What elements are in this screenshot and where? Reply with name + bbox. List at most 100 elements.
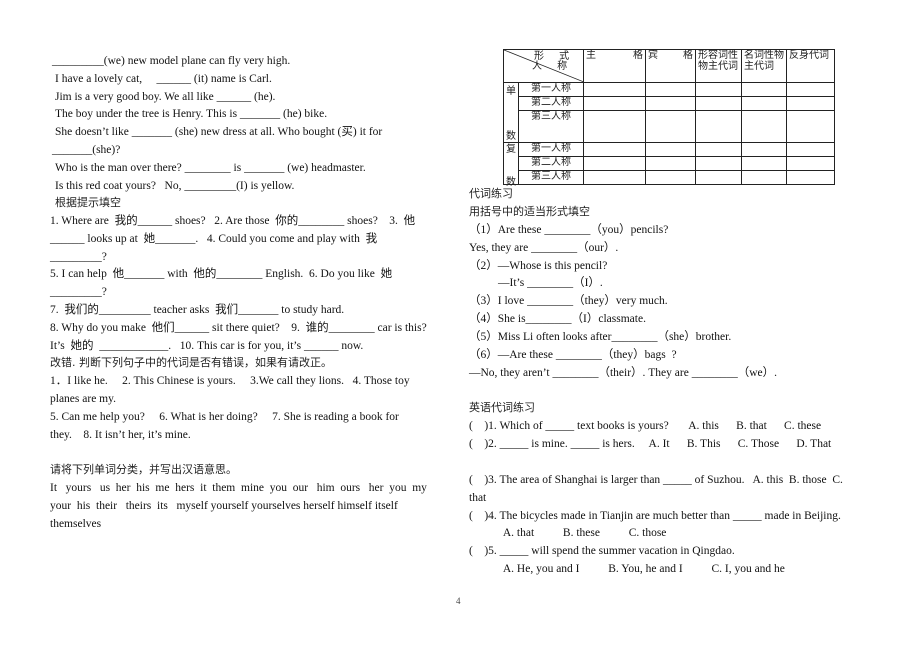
blank-cell[interactable] [583, 82, 646, 97]
person-label: 第一人称 [518, 82, 584, 97]
blank-cell[interactable] [786, 156, 835, 171]
diagonal-header-cell: 形 式 人 称 [503, 49, 584, 83]
blank-cell[interactable] [645, 96, 696, 111]
blank-cell[interactable] [741, 156, 787, 171]
quiz-options: A. He, you and I B. You, he and I C. I, … [469, 563, 785, 575]
exercise-line: Is this red coat yours? No, _________(I)… [55, 180, 295, 192]
quiz-line: ( )3. The area of Shanghai is larger tha… [469, 474, 843, 486]
exercise-line: （1）Are these ________（you）pencils? [469, 224, 669, 236]
header-text: 格 [683, 50, 693, 61]
blank-cell[interactable] [741, 142, 787, 157]
exercise-line: Jim is a very good boy. We all like ____… [55, 91, 276, 103]
quiz-line: ( )2. _____ is mine. _____ is hers. A. I… [469, 438, 832, 450]
hint-line: 8. Why do you make 他们______ sit there qu… [50, 322, 427, 334]
blank-cell[interactable] [695, 82, 742, 97]
person-label: 第三人称 [518, 110, 584, 143]
blank-cell[interactable] [786, 170, 835, 185]
quiz-line: ( )4. The bicycles made in Tianjin are m… [469, 510, 841, 522]
blank-cell[interactable] [645, 82, 696, 97]
blank-cell[interactable] [741, 170, 787, 185]
blank-cell[interactable] [695, 156, 742, 171]
hint-line: It’s 她的 ____________. 10. This car is fo… [50, 340, 364, 352]
table-header-row: 形 式 人 称 主格 宾格 形容词性物主代词 名词性物主代词 反身代词 [503, 49, 835, 83]
section-title-correction: 改错. 判断下列句子中的代词是否有错误，如果有请改正。 [50, 356, 332, 369]
exercise-line: （3）I love ________（they）very much. [469, 295, 668, 307]
quiz-line: that [469, 492, 487, 504]
table-row: 第三人称 [504, 170, 835, 185]
blank-cell[interactable] [695, 170, 742, 185]
section-title-classify: 请将下列单词分类，并写出汉语意思。 [50, 463, 237, 476]
blank-cell[interactable] [645, 142, 696, 157]
exercise-line: （4）She is________（I）classmate. [469, 313, 646, 325]
person-label: 第一人称 [518, 142, 584, 157]
blank-cell[interactable] [786, 96, 835, 111]
header-noun-possessive: 名词性物主代词 [741, 49, 787, 83]
exercise-line: （5）Miss Li often looks after________（she… [469, 331, 732, 343]
singular-label-cell: 单 数 [503, 82, 519, 143]
hint-line: _________? [50, 286, 107, 298]
blank-cell[interactable] [695, 110, 742, 143]
correction-line: 1．I like he. 2. This Chinese is yours. 3… [50, 375, 410, 387]
quiz-line: ( )5. _____ will spend the summer vacati… [469, 545, 735, 557]
header-object-case: 宾格 [645, 49, 696, 83]
blank-cell[interactable] [583, 110, 646, 143]
classify-line: themselves [50, 518, 102, 530]
table-row: 单 数 第一人称 [503, 82, 835, 143]
person-label: 第二人称 [518, 156, 584, 171]
hint-line: ______ looks up at 她_______. 4. Could yo… [50, 233, 378, 245]
exercise-line: Yes, they are ________（our）. [469, 242, 619, 254]
blank-cell[interactable] [645, 156, 696, 171]
blank-cell[interactable] [695, 142, 742, 157]
header-text: 格 [633, 50, 643, 61]
exercise-line: —No, they aren’t ________（their）. They a… [469, 367, 777, 379]
blank-cell[interactable] [741, 82, 787, 97]
hint-line: 5. I can help 他_______ with 他的________ E… [50, 268, 393, 280]
hint-line: _________? [50, 251, 107, 263]
exercise-line: _________(we) new model plane can fly ve… [52, 55, 291, 67]
hint-line: 7. 我们的_________ teacher asks 我们_______ t… [50, 304, 345, 316]
table-row: 复 数 第一人称 [503, 142, 835, 188]
plural-label-top: 复 [506, 144, 516, 155]
header-subject-case: 主格 [583, 49, 646, 83]
page-number: 4 [456, 596, 461, 606]
singular-label-top: 单 [506, 86, 516, 97]
table-row: 第三人称 [504, 110, 835, 143]
blank-cell[interactable] [741, 96, 787, 111]
person-label: 第三人称 [518, 170, 584, 185]
exercise-line: Who is the man over there? ________ is _… [55, 162, 366, 174]
quiz-line: ( )1. Which of _____ text books is yours… [469, 420, 822, 432]
hint-line: 1. Where are 我的______ shoes? 2. Are thos… [50, 215, 416, 227]
blank-cell[interactable] [583, 142, 646, 157]
quiz-options: A. that B. these C. those [469, 527, 667, 539]
header-text: 宾 [648, 50, 658, 61]
singular-label-bottom: 数 [506, 131, 516, 142]
blank-cell[interactable] [645, 110, 696, 143]
blank-cell[interactable] [695, 96, 742, 111]
table-row: 第二人称 [504, 156, 835, 171]
diag-label-person: 人 称 [532, 61, 574, 72]
header-text: 主 [586, 50, 596, 61]
exercise-line: （6）—Are these ________（they）bags ? [469, 349, 677, 361]
classify-line: It yours us her his me hers it them mine… [50, 482, 427, 494]
blank-cell[interactable] [786, 82, 835, 97]
blank-cell[interactable] [786, 142, 835, 157]
exercise-line: I have a lovely cat, ______ (it) name is… [55, 73, 272, 85]
blank-cell[interactable] [786, 110, 835, 143]
header-adjective-possessive: 形容词性物主代词 [695, 49, 742, 83]
plural-label-cell: 复 数 [503, 142, 519, 188]
correction-line: planes are my. [50, 393, 116, 405]
blank-cell[interactable] [583, 96, 646, 111]
header-reflexive: 反身代词 [786, 49, 835, 83]
exercise-line: （2）—Whose is this pencil? [469, 260, 608, 272]
section-title-hints: 根据提示填空 [55, 196, 121, 209]
blank-cell[interactable] [741, 110, 787, 143]
section-title-pronoun-practice: 代词练习 [469, 187, 513, 200]
exercise-line: _______(she)? [52, 144, 121, 156]
correction-line: 5. Can me help you? 6. What is her doing… [50, 411, 399, 423]
classify-line: your his their theirs its myself yoursel… [50, 500, 398, 512]
section-title-quiz: 英语代词练习 [469, 401, 535, 414]
blank-cell[interactable] [583, 156, 646, 171]
blank-cell[interactable] [583, 170, 646, 185]
blank-cell[interactable] [645, 170, 696, 185]
correction-line: they. 8. It isn’t her, it’s mine. [50, 429, 191, 441]
